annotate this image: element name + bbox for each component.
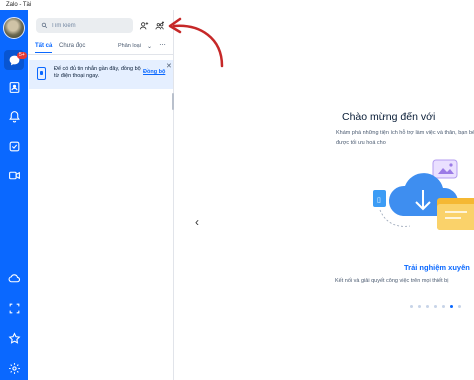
star-icon: [8, 331, 20, 344]
cloud-transfer-illustration: ▯: [373, 159, 474, 230]
cloud-icon: [8, 273, 20, 282]
carousel-dot[interactable]: [434, 305, 437, 308]
create-group-button[interactable]: [152, 18, 167, 33]
sync-now-link[interactable]: Đồng bộ: [143, 69, 165, 75]
video-icon: [8, 171, 20, 179]
sync-banner: Để có đủ tin nhắn gần đây, đồng bộ từ đi…: [29, 60, 173, 89]
search-icon: [41, 22, 48, 29]
create-group-icon: [154, 20, 164, 29]
carousel-dot[interactable]: [418, 305, 421, 308]
add-friend-icon: [139, 21, 148, 29]
carousel-dots: [410, 305, 461, 308]
carousel-dot[interactable]: [410, 305, 413, 308]
tab-unread[interactable]: Chưa đọc: [59, 43, 85, 49]
screenshot-icon: [9, 303, 19, 313]
unread-badge: 5+: [17, 52, 27, 59]
welcome-title: Chào mừng đến với: [342, 111, 436, 123]
conversation-tabs: Tất cả Chưa đọc Phân loại ⌄ ···: [28, 40, 174, 55]
search-input[interactable]: [51, 22, 131, 29]
contacts-icon: [9, 81, 19, 93]
settings-icon: [8, 362, 20, 374]
carousel-dot[interactable]: [450, 305, 453, 308]
welcome-area: Chào mừng đến với Khám phá những tiện íc…: [175, 10, 474, 380]
nav-contacts[interactable]: [4, 77, 24, 97]
previous-slide-button[interactable]: ‹: [195, 215, 199, 229]
window-title: Zalo - Tài: [6, 2, 32, 8]
zalo-window: Zalo - Tài 5+ Tìm kiếm Tất cả Chưa đọc P…: [0, 0, 474, 380]
nav-settings[interactable]: [4, 358, 24, 378]
search-box[interactable]: [36, 18, 133, 33]
nav-todo[interactable]: [4, 136, 24, 156]
nav-notifications[interactable]: [4, 106, 24, 126]
tab-all[interactable]: Tất cả: [35, 43, 53, 53]
nav-screenshot[interactable]: [4, 298, 24, 318]
conversation-panel: Tất cả Chưa đọc Phân loại ⌄ ··· Để có đủ…: [28, 10, 174, 380]
add-friend-button[interactable]: [136, 18, 151, 33]
carousel-dot[interactable]: [458, 305, 461, 308]
slide-title: Trải nghiệm xuyên: [404, 263, 470, 272]
svg-text:▯: ▯: [377, 197, 381, 204]
list-scrollbar[interactable]: [172, 93, 174, 110]
filter-dropdown[interactable]: Phân loại: [118, 43, 141, 49]
sync-banner-text: Để có đủ tin nhắn gần đây, đồng bộ từ đi…: [54, 66, 141, 79]
todo-icon: [9, 141, 19, 151]
avatar[interactable]: [3, 17, 25, 39]
nav-favorites[interactable]: [4, 328, 24, 348]
bell-icon: [8, 110, 20, 122]
more-options-icon[interactable]: ···: [159, 40, 166, 49]
nav-cloud[interactable]: [4, 268, 24, 288]
nav-rail: 5+: [0, 10, 28, 380]
chevron-down-icon[interactable]: ⌄: [147, 43, 152, 50]
close-icon[interactable]: ✕: [166, 62, 172, 70]
nav-video-call[interactable]: [4, 165, 24, 185]
welcome-description: Khám phá những tiện ích hỗ trợ làm việc …: [336, 130, 474, 146]
slide-description: Kết nối và giải quyết công việc trên mọi…: [335, 278, 449, 284]
carousel-dot[interactable]: [442, 305, 445, 308]
phone-sync-icon: [37, 67, 46, 80]
carousel-dot[interactable]: [426, 305, 429, 308]
nav-messages[interactable]: 5+: [4, 50, 27, 70]
